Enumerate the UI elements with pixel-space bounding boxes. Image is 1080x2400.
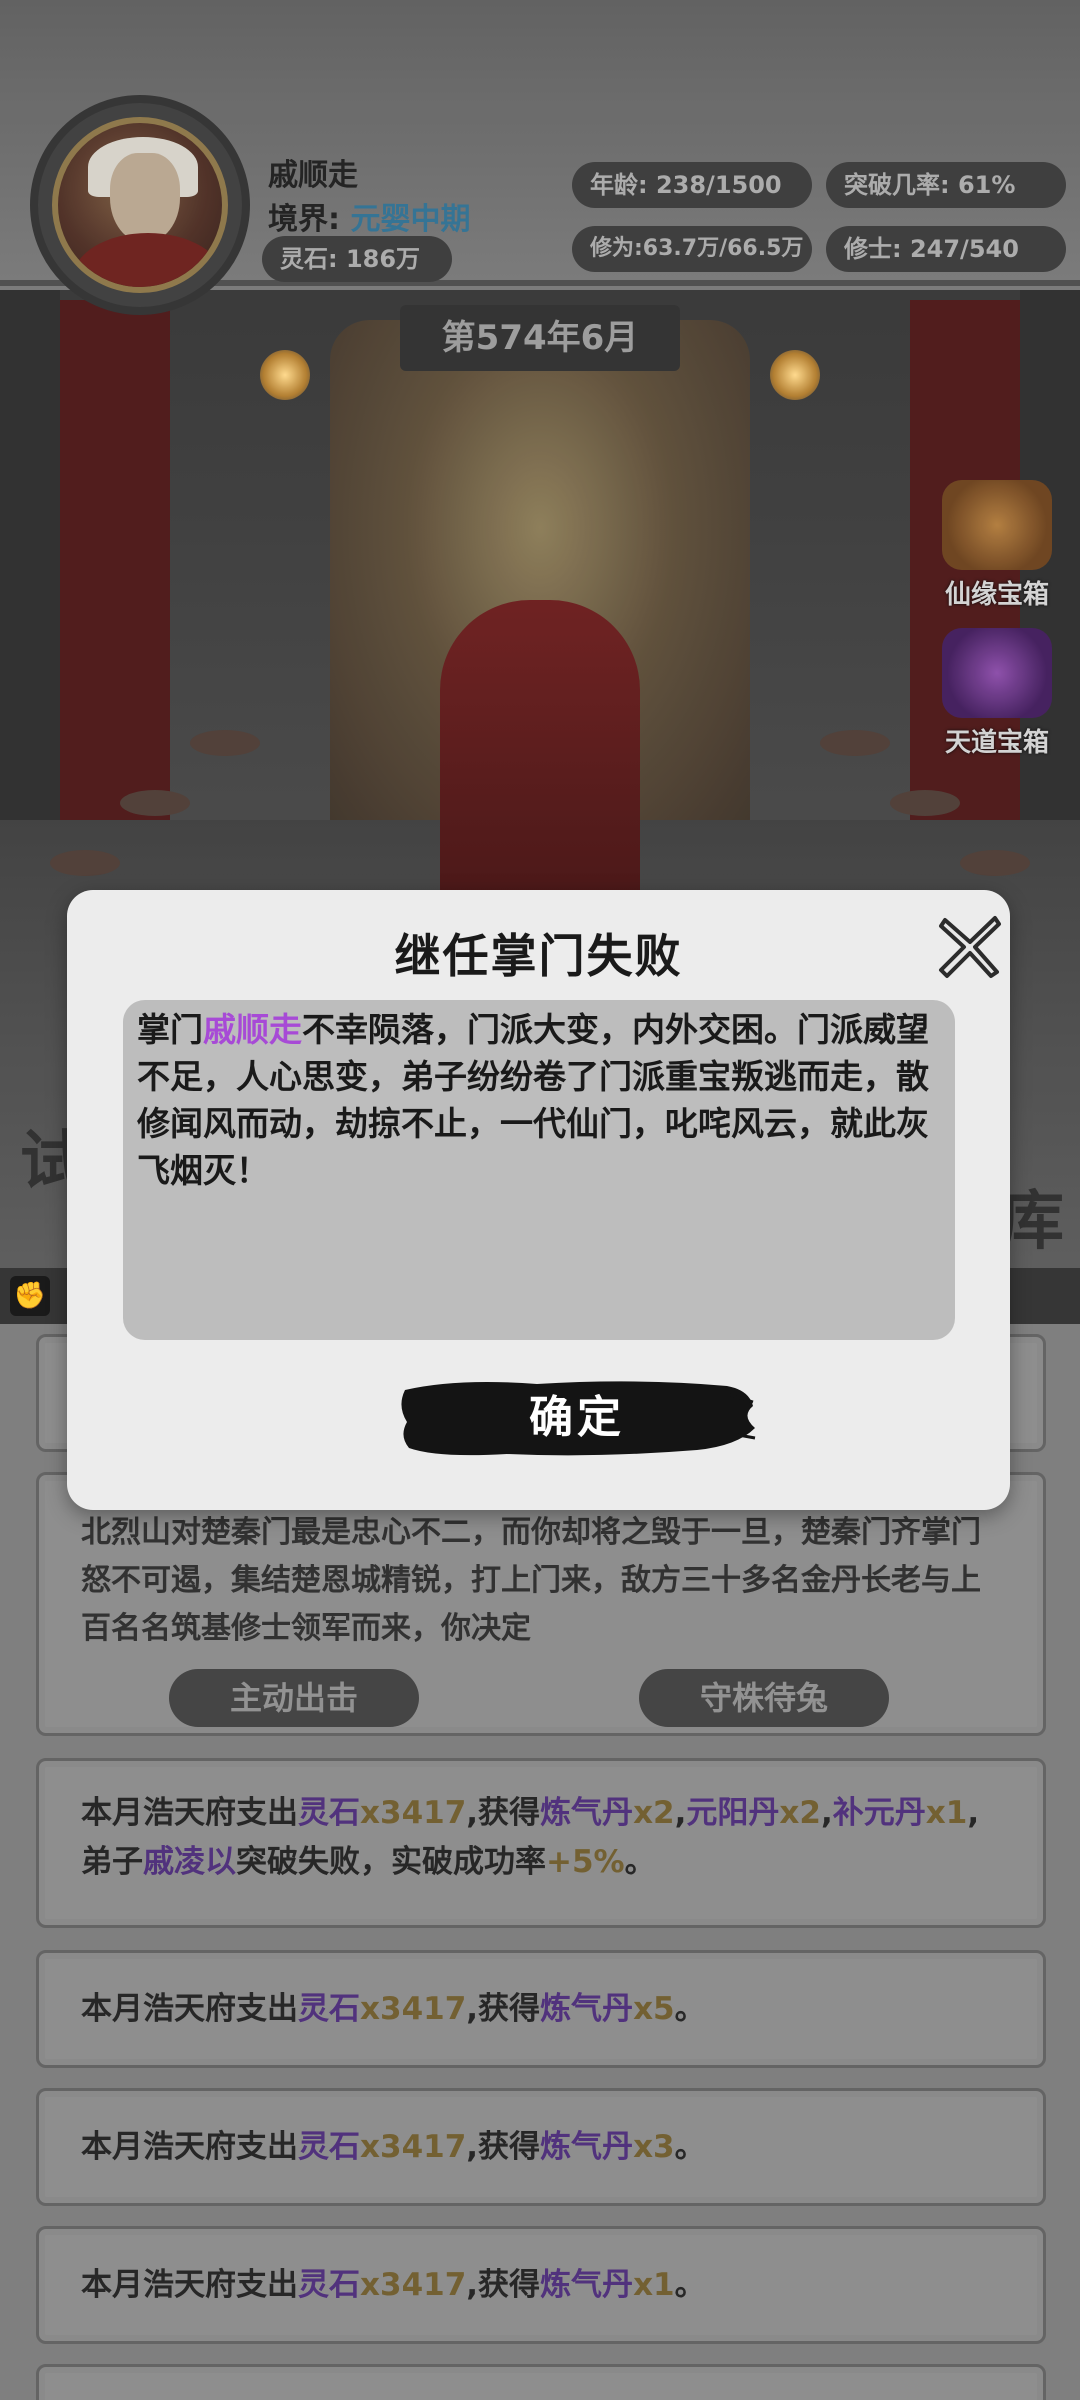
close-icon <box>939 916 1001 978</box>
message-prefix: 掌门 <box>137 1010 203 1049</box>
sect-failure-dialog: 继任掌门失败 掌门戚顺走不幸陨落，门派大变，内外交困。门派威望不足，人心思变，弟… <box>67 890 1010 1510</box>
confirm-button[interactable]: 确定 <box>397 1376 757 1460</box>
dialog-message: 掌门戚顺走不幸陨落，门派大变，内外交困。门派威望不足，人心思变，弟子纷纷卷了门派… <box>137 1006 941 1194</box>
dialog-message-box: 掌门戚顺走不幸陨落，门派大变，内外交困。门派威望不足，人心思变，弟子纷纷卷了门派… <box>123 1000 955 1340</box>
close-button[interactable] <box>935 912 1005 982</box>
dialog-title: 继任掌门失败 <box>394 929 683 983</box>
confirm-label: 确定 <box>529 1392 625 1443</box>
sect-master-name: 戚顺走 <box>203 1010 302 1049</box>
